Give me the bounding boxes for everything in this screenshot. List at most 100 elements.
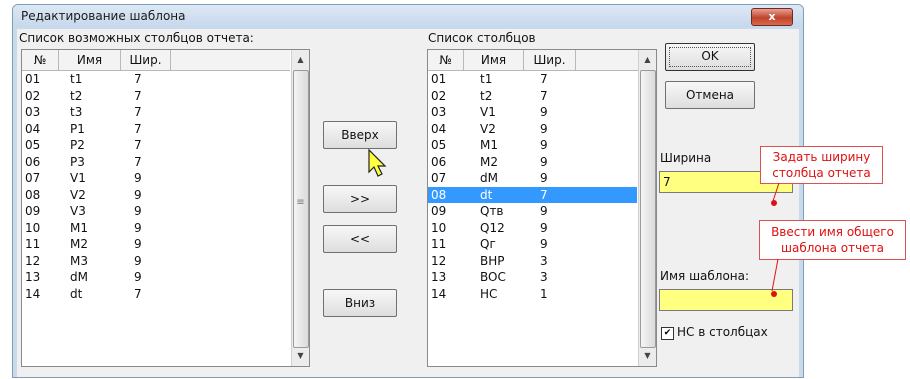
item-width: 9 (540, 237, 548, 251)
item-number: 12 (431, 253, 447, 268)
list-item[interactable]: 10 Q12 9 (428, 220, 637, 236)
item-name: M1 (70, 220, 88, 235)
scroll-thumb[interactable] (640, 70, 656, 348)
scroll-down-icon[interactable]: ▼ (639, 348, 656, 364)
item-width: 9 (134, 270, 142, 284)
template-hint-callout: Ввести имя общего шаблона отчета (759, 220, 906, 260)
item-name: dt (480, 187, 493, 202)
list-item[interactable]: 14 HC 1 (428, 286, 637, 302)
available-columns-header: № Имя Шир. (22, 50, 290, 71)
hc-in-columns-checkbox[interactable]: ✔ (661, 327, 674, 340)
list-item[interactable]: 12 M3 9 (22, 253, 290, 269)
column-header-number[interactable]: № (428, 50, 464, 70)
remove-column-button[interactable]: << (323, 225, 397, 253)
item-name: V2 (480, 121, 496, 136)
list-item[interactable]: 09 Qтв 9 (428, 203, 637, 219)
list-item[interactable]: 07 V1 9 (22, 170, 290, 186)
column-header-width[interactable]: Шир. (524, 50, 576, 70)
move-up-button[interactable]: Вверх (323, 121, 397, 149)
report-columns-header: № Имя Шир. (428, 50, 638, 71)
item-width: 7 (134, 72, 142, 86)
item-width: 7 (134, 286, 142, 301)
list-item[interactable]: 04 P1 7 (22, 121, 290, 137)
list-item[interactable]: 04 V2 9 (428, 121, 637, 137)
list-item[interactable]: 03 t3 7 (22, 104, 290, 120)
template-callout-pointer (771, 259, 779, 292)
item-number: 04 (25, 121, 41, 136)
list-item[interactable]: 13 dM 9 (22, 269, 290, 285)
callout-line: шаблона отчета (781, 241, 884, 255)
scroll-down-icon[interactable]: ▼ (292, 348, 309, 364)
item-name: V2 (70, 187, 86, 202)
item-width: 7 (134, 154, 142, 169)
move-down-button[interactable]: Вниз (323, 289, 397, 317)
item-number: 08 (25, 187, 41, 202)
width-hint-callout: Задать ширину столбца отчета (760, 146, 883, 184)
item-width: 9 (540, 105, 548, 119)
list-item[interactable]: 08 dt 7 (428, 186, 637, 203)
item-number: 09 (25, 204, 41, 218)
available-columns-scrollbar[interactable]: ▲ ≡ ▼ (291, 50, 309, 366)
item-number: 05 (25, 138, 41, 152)
item-name: BOC (480, 270, 506, 284)
item-name: M2 (70, 237, 88, 251)
item-number: 13 (25, 270, 41, 284)
scroll-up-icon[interactable]: ▲ (292, 52, 309, 68)
list-item[interactable]: 03 V1 9 (428, 104, 637, 120)
item-width: 7 (134, 88, 142, 103)
item-width: 7 (540, 72, 548, 86)
list-item[interactable]: 01 t1 7 (428, 71, 637, 87)
item-number: 08 (431, 187, 447, 202)
item-name: dM (70, 270, 88, 284)
item-name: BHP (480, 253, 505, 268)
item-number: 06 (431, 154, 447, 169)
item-name: V3 (70, 204, 86, 218)
list-item[interactable]: 11 Qг 9 (428, 236, 637, 252)
item-number: 01 (431, 72, 447, 86)
list-item[interactable]: 06 P3 7 (22, 154, 290, 170)
item-number: 07 (25, 171, 41, 185)
callout-line: Ввести имя общего (771, 225, 894, 239)
title-bar[interactable]: Редактирование шаблона x (13, 5, 803, 27)
cancel-button[interactable]: Отмена (665, 81, 755, 109)
list-item[interactable]: 02 t2 7 (22, 88, 290, 104)
column-header-name[interactable]: Имя (464, 50, 524, 70)
list-item[interactable]: 09 V3 9 (22, 203, 290, 219)
item-name: t3 (70, 105, 83, 119)
list-item[interactable]: 05 P2 7 (22, 137, 290, 153)
item-number: 02 (431, 88, 447, 103)
item-name: P1 (70, 121, 85, 136)
callout-line: Задать ширину (772, 150, 871, 164)
scroll-up-icon[interactable]: ▲ (639, 52, 656, 68)
item-name: M3 (70, 253, 88, 268)
report-columns-list[interactable]: № Имя Шир. ▲ ▼ 01 t1 7 02 t2 7 03 V1 9 04 V2 9 05 M1 9… (427, 49, 657, 367)
item-width: 7 (540, 187, 548, 202)
report-columns-scrollbar[interactable]: ▲ ▼ (638, 50, 656, 366)
add-column-button[interactable]: >> (323, 185, 397, 213)
item-name: t1 (70, 72, 83, 86)
column-header-name[interactable]: Имя (59, 50, 121, 70)
list-item[interactable]: 10 M1 9 (22, 220, 290, 236)
item-width: 7 (540, 88, 548, 103)
ok-button[interactable]: OK (665, 43, 755, 71)
list-item[interactable]: 02 t2 7 (428, 88, 637, 104)
list-item[interactable]: 06 M2 9 (428, 154, 637, 170)
list-item[interactable]: 01 t1 7 (22, 71, 290, 87)
close-button[interactable]: x (751, 8, 793, 26)
list-item[interactable]: 08 V2 9 (22, 187, 290, 203)
list-item[interactable]: 13 BOC 3 (428, 269, 637, 285)
column-header-number[interactable]: № (22, 50, 59, 70)
item-name: Qтв (480, 204, 504, 218)
list-item[interactable]: 14 dt 7 (22, 286, 290, 302)
item-name: P3 (70, 154, 85, 169)
item-width: 1 (540, 286, 548, 301)
list-item[interactable]: 07 dM 9 (428, 170, 637, 186)
item-width: 9 (540, 171, 548, 185)
list-item[interactable]: 05 M1 9 (428, 137, 637, 153)
template-callout-dot (771, 291, 777, 297)
list-item[interactable]: 11 M2 9 (22, 236, 290, 252)
list-item[interactable]: 12 BHP 3 (428, 253, 637, 269)
column-header-width[interactable]: Шир. (121, 50, 171, 70)
item-name: M1 (480, 138, 498, 152)
available-columns-list[interactable]: № Имя Шир. ▲ ≡ ▼ 01 t1 7 02 t2 7 03 t3 7 04 P1 7 05 P… (21, 49, 310, 367)
